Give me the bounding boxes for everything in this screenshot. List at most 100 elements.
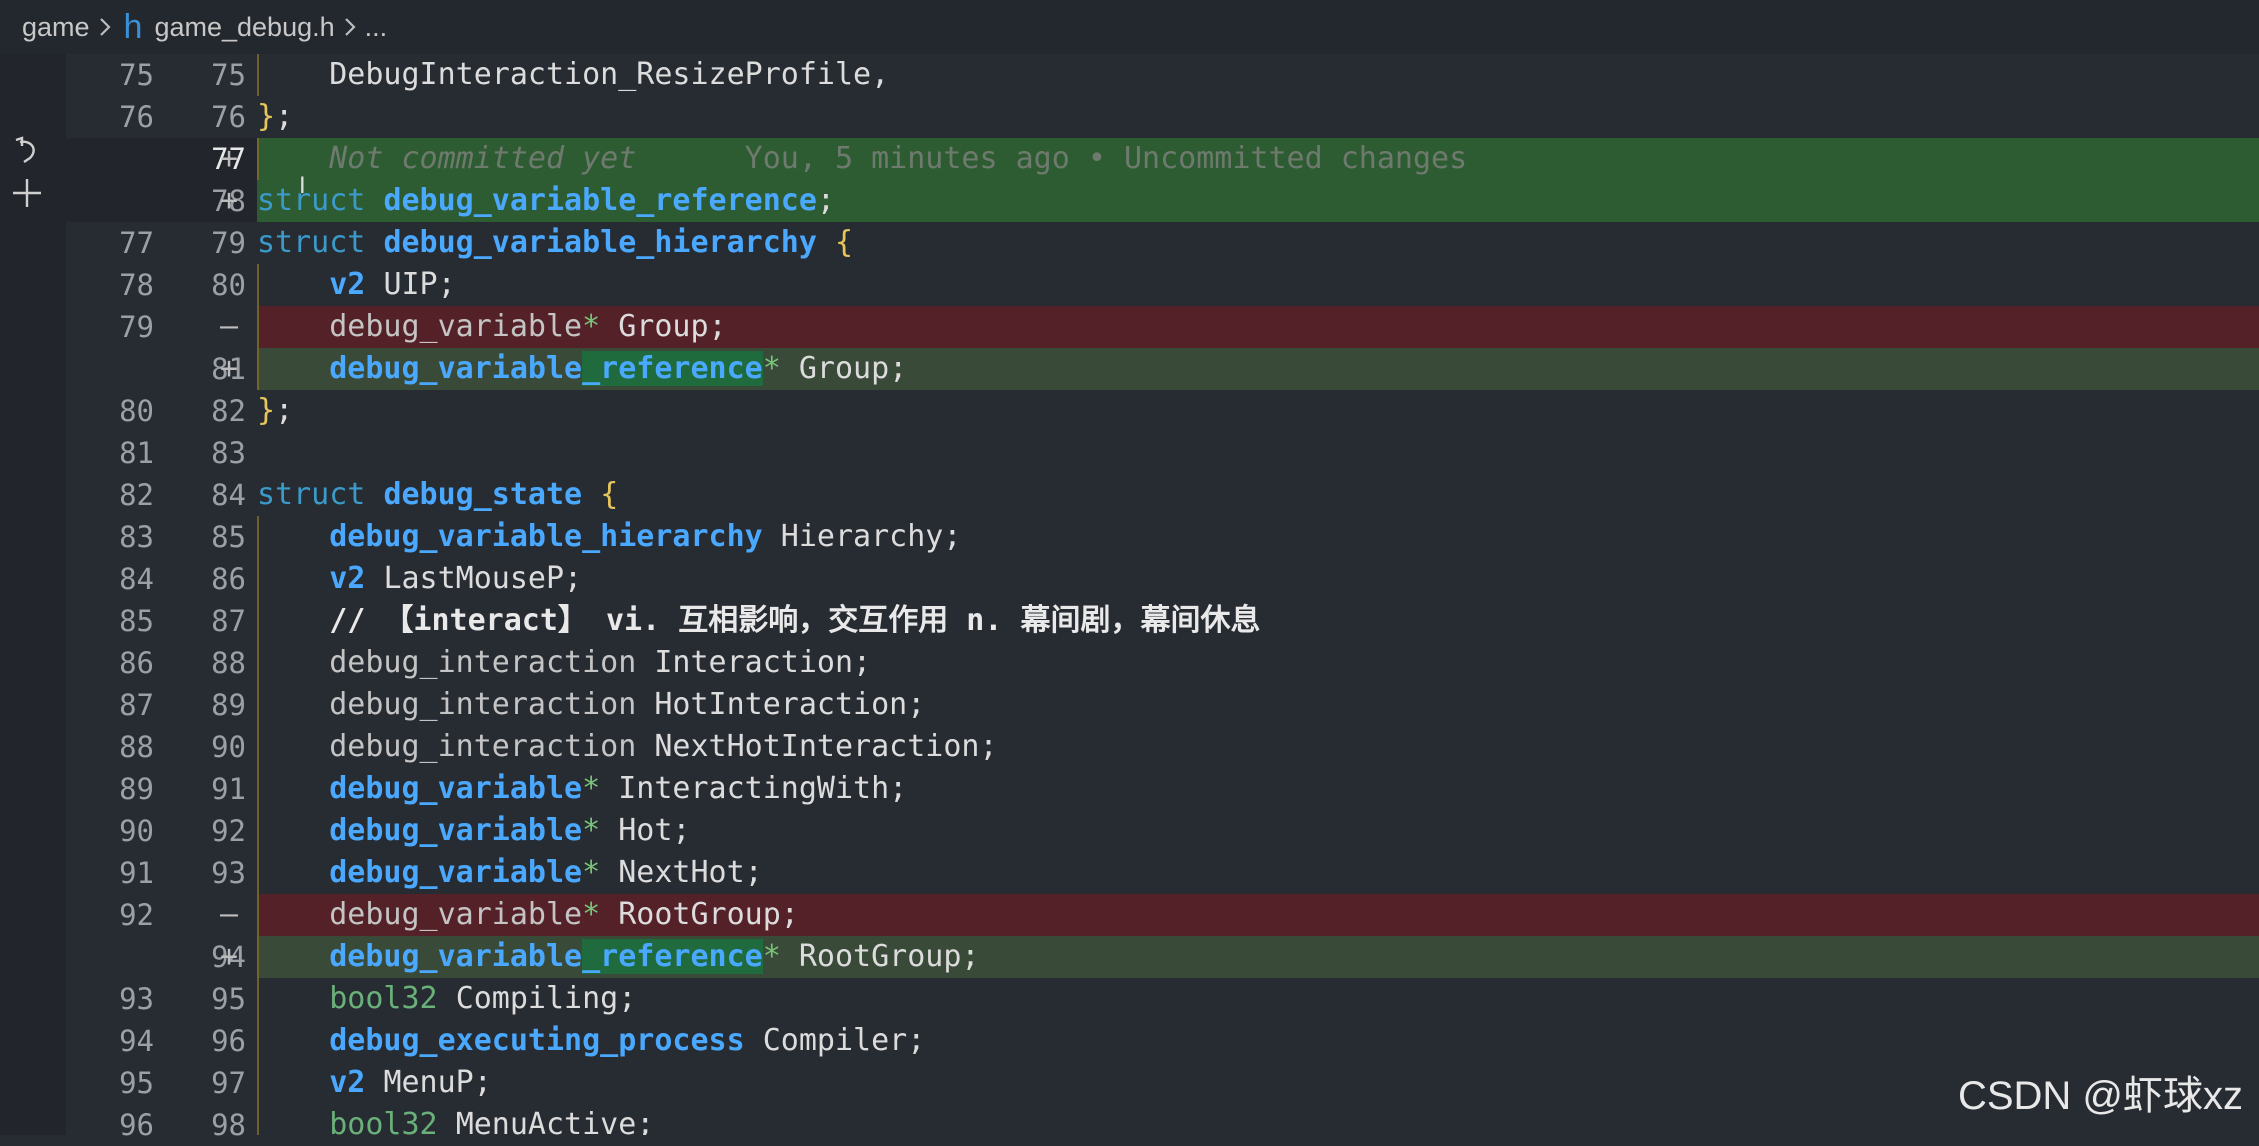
old-line-number: 93 xyxy=(119,982,154,1016)
breadcrumb-more[interactable]: ... xyxy=(365,12,388,43)
line-number-row: 78 + xyxy=(66,180,257,222)
code-line-added: debug_variable_reference* Group; xyxy=(257,348,2259,390)
old-line-number: 83 xyxy=(119,520,154,554)
new-line-number: 98 xyxy=(211,1108,246,1142)
diff-marker: + xyxy=(220,141,239,176)
line-number-row: 85 87 xyxy=(66,600,257,642)
new-line-number: 92 xyxy=(211,814,246,848)
new-line-number: 87 xyxy=(211,604,246,638)
new-line-number: 95 xyxy=(211,982,246,1016)
code-line: debug_executing_process Compiler; xyxy=(257,1020,2259,1062)
new-line-number: 79 xyxy=(211,226,246,260)
old-line-number: 79 xyxy=(119,310,154,344)
new-line-number: 84 xyxy=(211,478,246,512)
scm-gutter xyxy=(0,54,66,1135)
code-line: debug_variable* InteractingWith; xyxy=(257,768,2259,810)
breadcrumb-folder[interactable]: game xyxy=(22,12,90,43)
breadcrumb: game h game_debug.h ... xyxy=(0,0,2259,54)
line-number-row: 91 93 xyxy=(66,852,257,894)
code-line: }; xyxy=(257,393,294,428)
old-line-number: 90 xyxy=(119,814,154,848)
new-line-number: 86 xyxy=(211,562,246,596)
code-line: debug_interaction HotInteraction; xyxy=(257,684,2259,726)
old-line-number: 76 xyxy=(119,100,154,134)
chevron-right-icon xyxy=(343,16,357,38)
text-cursor-icon: I xyxy=(299,172,306,199)
line-number-row: 96 98 xyxy=(66,1104,257,1146)
chevron-right-icon xyxy=(98,16,112,38)
new-line-number: 93 xyxy=(211,856,246,890)
code-line: bool32 Compiling; xyxy=(257,978,2259,1020)
old-line-number: 81 xyxy=(119,436,154,470)
line-number-row: 90 92 xyxy=(66,810,257,852)
line-number-row: 86 88 xyxy=(66,642,257,684)
new-line-number: 76 xyxy=(211,100,246,134)
line-number-row: 87 89 xyxy=(66,684,257,726)
code-line: struct debug_variable_reference; xyxy=(257,180,2259,222)
code-line: debug_interaction Interaction; xyxy=(257,642,2259,684)
line-number-row: 79 — xyxy=(66,306,257,348)
code-line: debug_variable_hierarchy Hierarchy; xyxy=(257,516,2259,558)
stage-change-icon[interactable] xyxy=(10,176,44,210)
line-number-row: 95 97 xyxy=(66,1062,257,1104)
old-line-number: 77 xyxy=(119,226,154,260)
revert-change-icon[interactable] xyxy=(10,134,44,168)
code-editor[interactable]: DebugInteraction_ResizeProfile, }; Not c… xyxy=(257,54,2259,1135)
new-line-number: 75 xyxy=(211,58,246,92)
line-number-row: 76 76 xyxy=(66,96,257,138)
old-line-number: 88 xyxy=(119,730,154,764)
new-line-number: 91 xyxy=(211,772,246,806)
old-line-number: 95 xyxy=(119,1066,154,1100)
new-line-number: 97 xyxy=(211,1066,246,1100)
line-number-row: 83 85 xyxy=(66,516,257,558)
code-line-blame: Not committed yet You, 5 minutes ago • U… xyxy=(257,138,2259,180)
new-line-number: 82 xyxy=(211,394,246,428)
blame-info: You, 5 minutes ago • Uncommitted changes xyxy=(744,141,1468,176)
line-number-row: 84 86 xyxy=(66,558,257,600)
old-line-number: 85 xyxy=(119,604,154,638)
old-line-number: 84 xyxy=(119,562,154,596)
diff-marker: + xyxy=(220,351,239,386)
breadcrumb-file[interactable]: game_debug.h xyxy=(154,12,334,43)
old-line-number: 75 xyxy=(119,58,154,92)
old-line-number: 89 xyxy=(119,772,154,806)
diff-marker: — xyxy=(220,309,239,344)
code-line: v2 UIP; xyxy=(257,264,2259,306)
new-line-number: 83 xyxy=(211,436,246,470)
diff-marker: — xyxy=(220,897,239,932)
line-number-row: 89 91 xyxy=(66,768,257,810)
line-number-row: 77 79 xyxy=(66,222,257,264)
line-number-row: 94 96 xyxy=(66,1020,257,1062)
code-line: v2 LastMouseP; xyxy=(257,558,2259,600)
line-number-row: 81 83 xyxy=(66,432,257,474)
code-line-deleted: debug_variable* RootGroup; xyxy=(257,894,2259,936)
line-number-row: 88 90 xyxy=(66,726,257,768)
code-line: struct debug_variable_hierarchy { xyxy=(257,225,854,260)
line-number-row: 75 75 xyxy=(66,54,257,96)
diff-marker: + xyxy=(220,183,239,218)
line-number-row: 82 84 xyxy=(66,474,257,516)
line-number-row: 77 + xyxy=(66,138,257,180)
code-line-deleted: debug_variable* Group; xyxy=(257,306,2259,348)
new-line-number: 80 xyxy=(211,268,246,302)
code-line-comment: // 【interact】 vi. 互相影响，交互作用 n. 幕间剧，幕间休息 xyxy=(257,600,2259,642)
old-line-number: 86 xyxy=(119,646,154,680)
c-header-file-icon: h xyxy=(123,7,143,46)
line-number-gutter: 75 75 76 76 77 +78 + 77 79 78 80 79 — 81 + 80 82 81 83 82 84… xyxy=(66,54,257,1142)
line-number-row: 92 — xyxy=(66,894,257,936)
old-line-number: 82 xyxy=(119,478,154,512)
new-line-number: 88 xyxy=(211,646,246,680)
new-line-number: 85 xyxy=(211,520,246,554)
blame-author: Not committed yet xyxy=(329,141,637,176)
old-line-number: 87 xyxy=(119,688,154,722)
new-line-number: 90 xyxy=(211,730,246,764)
old-line-number: 94 xyxy=(119,1024,154,1058)
line-number-row: 93 95 xyxy=(66,978,257,1020)
code-line: debug_variable* Hot; xyxy=(257,810,2259,852)
new-line-number: 96 xyxy=(211,1024,246,1058)
code-line: DebugInteraction_ResizeProfile, xyxy=(257,54,2259,96)
line-number-row: 81 + xyxy=(66,348,257,390)
old-line-number: 92 xyxy=(119,898,154,932)
line-number-row: 80 82 xyxy=(66,390,257,432)
